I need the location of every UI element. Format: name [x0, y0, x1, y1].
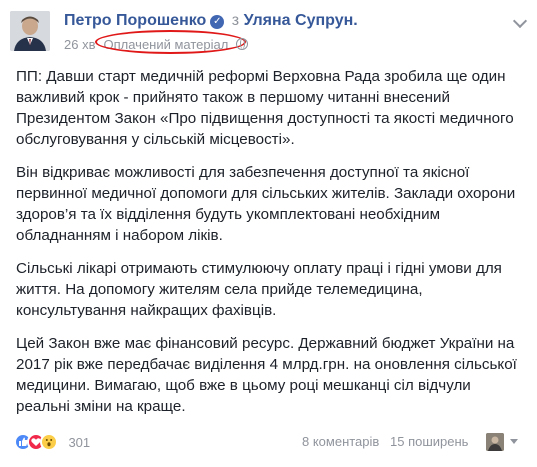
post-meta: 26 хв Оплачений матеріал [64, 30, 249, 54]
post-paragraph: Він відкриває можливості для забезпеченн… [16, 164, 516, 244]
author-avatar[interactable] [10, 11, 50, 51]
via-name[interactable]: Уляна Супрун. [244, 12, 358, 29]
reactions-summary[interactable]: 301 [14, 433, 90, 451]
wow-icon [40, 433, 58, 451]
caret-down-icon[interactable] [510, 439, 518, 444]
share-as-avatar[interactable] [486, 433, 504, 451]
author-name[interactable]: Петро Порошенко [64, 12, 206, 29]
post-paragraph: ПП: Давши старт медичній реформі Верховн… [16, 68, 514, 148]
post-body: ПП: Давши старт медичній реформі Верховн… [16, 66, 526, 429]
post-paragraph: Сільські лікарі отримають стимулюючу опл… [16, 260, 502, 319]
post-header-line: Петро Порошенко ✓ з Уляна Супрун. [64, 12, 358, 30]
post-paragraph: Цей Закон вже має фінансовий ресурс. Дер… [16, 335, 517, 415]
globe-icon[interactable] [236, 38, 249, 50]
chevron-down-icon[interactable] [512, 13, 528, 29]
comments-count[interactable]: 8 коментарів [302, 434, 379, 449]
sponsored-label-wrap: Оплачений матеріал [95, 30, 247, 54]
verified-badge-icon: ✓ [210, 15, 225, 29]
red-highlight-ellipse [95, 30, 247, 54]
facebook-post: Петро Порошенко ✓ з Уляна Супрун. 26 хв Оп… [0, 0, 537, 467]
via-prefix: з [231, 12, 240, 29]
post-time[interactable]: 26 хв [64, 37, 95, 52]
reaction-count[interactable]: 301 [68, 435, 90, 450]
shares-count[interactable]: 15 поширень [390, 434, 468, 449]
